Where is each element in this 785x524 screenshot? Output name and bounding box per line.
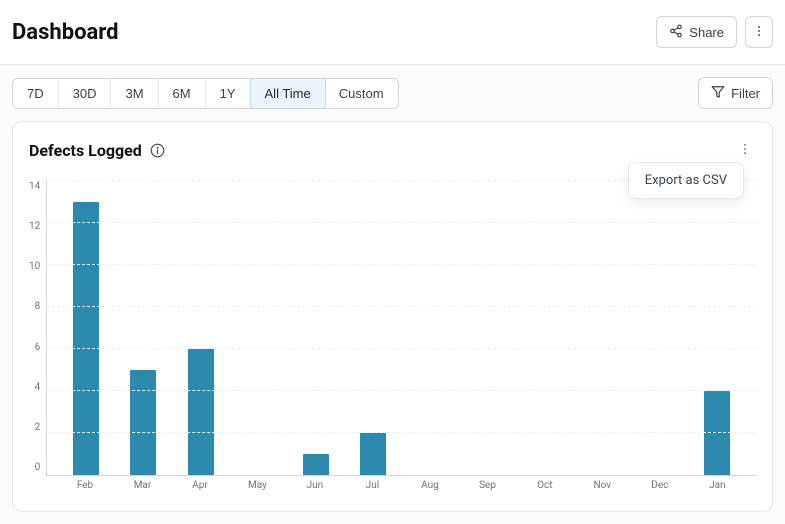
x-tick: Jun [286, 480, 343, 491]
share-icon [669, 24, 683, 41]
range-6m[interactable]: 6M [159, 79, 206, 108]
bar[interactable] [360, 433, 386, 475]
bar[interactable] [188, 349, 214, 475]
bar-slot [574, 181, 631, 475]
x-tick: Jan [689, 480, 746, 491]
bar-slot [229, 181, 286, 475]
bar-slot [402, 181, 459, 475]
chart-y-axis: 14 12 10 8 6 4 2 0 [29, 181, 46, 491]
range-all-time[interactable]: All Time [250, 78, 326, 109]
header-actions: Share [656, 16, 773, 48]
y-tick: 2 [35, 422, 41, 433]
gridline [47, 432, 756, 433]
bar-slot [115, 181, 172, 475]
share-label: Share [689, 25, 724, 40]
x-tick: Jul [344, 480, 401, 491]
chart-x-axis: FebMarAprMayJunJulAugSepOctNovDecJan [46, 476, 756, 491]
y-tick: 14 [29, 181, 40, 192]
range-30d[interactable]: 30D [59, 79, 112, 108]
card-title: Defects Logged [29, 141, 142, 160]
filter-button[interactable]: Filter [698, 77, 773, 109]
more-vertical-icon [752, 24, 766, 41]
toolbar: 7D 30D 3M 6M 1Y All Time Custom Filter [12, 77, 773, 109]
x-tick: Sep [459, 480, 516, 491]
defects-card: Defects Logged Export as CSV 14 12 10 8 6 4 2 0 [12, 121, 773, 512]
bar-slot [631, 181, 688, 475]
range-7d[interactable]: 7D [13, 79, 59, 108]
y-tick: 4 [35, 382, 41, 393]
chart-plot-wrap: FebMarAprMayJunJulAugSepOctNovDecJan [46, 181, 756, 491]
card-menu-popover: Export as CSV [628, 162, 744, 199]
defects-chart: 14 12 10 8 6 4 2 0 FebMarAprMayJunJulAugSepOctN… [29, 181, 756, 491]
bar-slot [689, 181, 746, 475]
range-3m[interactable]: 3M [111, 79, 158, 108]
x-tick: Feb [56, 480, 113, 491]
x-tick: Dec [631, 480, 688, 491]
y-tick: 6 [35, 342, 41, 353]
y-tick: 12 [29, 221, 40, 232]
bar[interactable] [303, 454, 329, 475]
gridline [47, 222, 756, 223]
bar-slot [172, 181, 229, 475]
info-icon[interactable] [150, 143, 165, 158]
page-body: 7D 30D 3M 6M 1Y All Time Custom Filter D… [0, 65, 785, 524]
gridline [47, 306, 756, 307]
x-tick: Aug [401, 480, 458, 491]
filter-label: Filter [731, 86, 760, 101]
bar-slot [287, 181, 344, 475]
share-button[interactable]: Share [656, 16, 737, 48]
y-tick: 8 [35, 301, 41, 312]
gridline [47, 348, 756, 349]
bar[interactable] [130, 370, 156, 475]
time-range-group: 7D 30D 3M 6M 1Y All Time Custom [12, 78, 399, 109]
filter-icon [711, 85, 725, 102]
range-1y[interactable]: 1Y [206, 79, 251, 108]
gridline [47, 264, 756, 265]
y-tick: 10 [29, 261, 40, 272]
range-custom[interactable]: Custom [325, 79, 398, 108]
header-more-button[interactable] [745, 16, 773, 48]
bar-slot [57, 181, 114, 475]
more-vertical-icon [738, 144, 752, 159]
y-tick: 0 [35, 462, 41, 473]
chart-bars [47, 181, 756, 475]
page-header: Dashboard Share [0, 0, 785, 65]
x-tick: Mar [114, 480, 171, 491]
page-title: Dashboard [12, 20, 119, 45]
x-tick: Apr [171, 480, 228, 491]
card-more-button[interactable] [734, 138, 756, 163]
bar-slot [459, 181, 516, 475]
chart-plot [46, 181, 756, 476]
bar-slot [344, 181, 401, 475]
x-tick: Oct [516, 480, 573, 491]
card-header: Defects Logged [29, 138, 756, 163]
x-tick: May [229, 480, 286, 491]
bar[interactable] [73, 202, 99, 475]
export-csv-item[interactable]: Export as CSV [645, 173, 727, 188]
bar[interactable] [704, 391, 730, 475]
x-tick: Nov [574, 480, 631, 491]
card-title-wrap: Defects Logged [29, 141, 165, 160]
gridline [47, 390, 756, 391]
bar-slot [516, 181, 573, 475]
